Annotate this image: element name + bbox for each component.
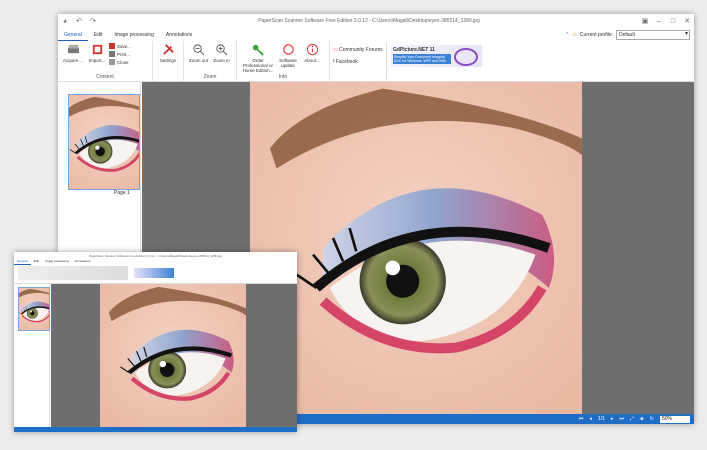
preview-promo-banner [134, 268, 174, 278]
collapse-ribbon-icon[interactable]: ⌃ [565, 32, 569, 38]
profile-label: Current profile: [579, 32, 613, 38]
minimize-icon[interactable]: – [655, 17, 663, 25]
info-group: Order Professional or Home Edition... So… [237, 41, 330, 81]
zoom-group-label: Zoom [203, 74, 217, 80]
first-page-icon[interactable]: ⏮ [579, 416, 584, 422]
profile-selector: ⌃ ⚠ Current profile: Default [565, 30, 690, 40]
zoom-group: Zoom out Zoom in Zoom [184, 41, 237, 81]
info-icon [306, 43, 318, 56]
update-icon [282, 44, 294, 55]
tab-general[interactable]: General [58, 30, 88, 41]
preview-document-viewer[interactable] [51, 284, 297, 427]
preview-window: PaperScan Scanner Software Free Edition … [14, 252, 297, 432]
window-title: PaperScan Scanner Software Free Edition … [258, 18, 480, 24]
thumbnail-page-label: Page 1 [114, 190, 130, 196]
preview-eye-image [100, 284, 246, 427]
facebook-link[interactable]: f Facebook [333, 59, 383, 65]
forums-icon: ▭ [333, 47, 338, 53]
page-counter: 1/1 [597, 416, 605, 422]
settings-group: Settings [153, 41, 184, 81]
tab-image-processing[interactable]: Image processing [108, 30, 159, 40]
zoom-in-icon [216, 44, 228, 56]
info-group-label: Info [278, 74, 288, 80]
zoom-out-icon [193, 44, 205, 56]
last-page-icon[interactable]: ⏭ [619, 416, 624, 422]
settings-icon [162, 44, 174, 55]
content-group-label: Content [96, 74, 114, 80]
redo-icon[interactable]: ↷ [89, 17, 97, 25]
import-icon [92, 44, 102, 55]
preview-status-bar [14, 427, 297, 432]
previous-page-icon[interactable]: ◂ [589, 416, 592, 422]
restore-ribbon-icon[interactable]: ▣ [641, 17, 649, 25]
ribbon: Acquire ... Import... Save... Print... C… [58, 41, 694, 82]
key-icon [252, 44, 264, 56]
print-icon [109, 51, 115, 57]
close-doc-icon [109, 59, 115, 65]
profile-icon: ⚠ [572, 32, 577, 38]
save-button[interactable]: Save... [109, 43, 135, 49]
maximize-icon[interactable]: □ [669, 17, 677, 25]
promo-logo-icon [454, 48, 478, 66]
preview-ribbon-buttons [18, 266, 128, 280]
next-page-icon[interactable]: ▸ [611, 416, 614, 422]
fit-width-icon[interactable]: ⤢ [630, 416, 634, 422]
gdpicture-promo-banner[interactable]: GdPicture.NET 11 Simplify Your Document … [390, 45, 482, 67]
scanner-icon [67, 44, 79, 54]
tab-annotations[interactable]: Annotations [160, 30, 198, 40]
preview-thumbnail-pane [14, 284, 50, 427]
undo-icon[interactable]: ↶ [75, 17, 83, 25]
preview-page-thumbnail[interactable] [18, 287, 50, 331]
preview-ribbon [14, 264, 297, 284]
preview-title-bar: PaperScan Scanner Software Free Edition … [14, 252, 297, 259]
facebook-icon: f [333, 59, 335, 65]
zoom-level-field[interactable]: 50% [660, 415, 690, 423]
tab-edit[interactable]: Edit [88, 30, 109, 40]
preview-thumbnail-image [19, 288, 49, 330]
save-icon [109, 43, 115, 49]
content-group: Acquire ... Import... Save... Print... C… [58, 41, 153, 81]
links-group: ▭ Community Forums f Facebook [330, 41, 387, 81]
print-button[interactable]: Print... [109, 51, 135, 57]
community-forums-link[interactable]: ▭ Community Forums [333, 47, 383, 53]
close-icon[interactable]: ✕ [683, 17, 691, 25]
rotate-icon[interactable]: ↻ [650, 416, 654, 422]
page-thumbnail[interactable] [68, 94, 140, 190]
fit-page-icon[interactable]: ◈ [640, 416, 644, 422]
thumbnail-image [69, 95, 139, 189]
close-document-button[interactable]: Close [109, 59, 135, 65]
app-icon: ◕ [62, 17, 68, 25]
eye-image [250, 82, 582, 414]
preview-window-title: PaperScan Scanner Software Free Edition … [89, 253, 222, 258]
preview-document-page [100, 284, 246, 427]
settings-button[interactable]: Settings [156, 43, 180, 81]
title-bar: ◕ ↶ ↷ PaperScan Scanner Software Free Ed… [58, 14, 694, 28]
profile-dropdown[interactable]: Default [616, 30, 690, 40]
document-page [250, 82, 582, 414]
